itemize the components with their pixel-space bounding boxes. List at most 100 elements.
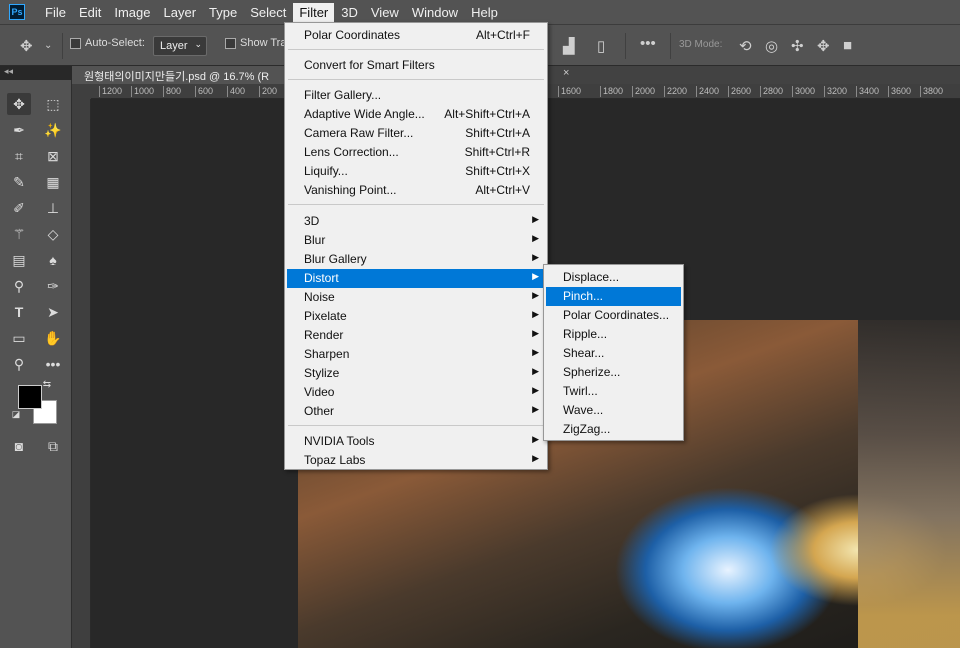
menu-file[interactable]: File (39, 3, 72, 22)
menu-window[interactable]: Window (406, 3, 464, 22)
photoshop-logo-icon: Ps (9, 4, 25, 20)
menu-item-distort[interactable]: Distort ▶ (287, 269, 545, 288)
ruler-tick-label: 2400 (696, 86, 719, 97)
frame-tool-icon[interactable]: ⊠ (41, 145, 65, 167)
align-bottom-icon[interactable]: ▟ (563, 37, 575, 55)
vertical-ruler (72, 99, 91, 648)
menu-type[interactable]: Type (203, 3, 243, 22)
menu-item-blur[interactable]: Blur ▶ (287, 231, 545, 250)
submenu-item-ripple[interactable]: Ripple... (546, 325, 681, 344)
menu-item-liquify[interactable]: Liquify... Shift+Ctrl+X (287, 162, 545, 181)
auto-select-dropdown[interactable]: Layer ⌄ (153, 36, 207, 56)
3d-slide-icon[interactable]: ✥ (817, 37, 830, 55)
more-tools-icon[interactable]: ••• (41, 353, 65, 375)
menu-item-noise[interactable]: Noise ▶ (287, 288, 545, 307)
show-transform-checkbox[interactable]: Show Tra (225, 37, 286, 49)
pen-tool-icon[interactable]: ✑ (41, 275, 65, 297)
foreground-color-swatch[interactable] (18, 385, 42, 409)
screen-mode-icon[interactable]: ⧉ (41, 435, 65, 457)
menu-item-vanishing-point[interactable]: Vanishing Point... Alt+Ctrl+V (287, 181, 545, 200)
menu-item-other[interactable]: Other ▶ (287, 402, 545, 421)
menu-item-blur-gallery[interactable]: Blur Gallery ▶ (287, 250, 545, 269)
menu-item-filter-gallery[interactable]: Filter Gallery... (287, 86, 545, 105)
menu-item-topaz-labs[interactable]: Topaz Labs ▶ (287, 451, 545, 470)
menu-select[interactable]: Select (244, 3, 292, 22)
checkbox-icon (225, 37, 236, 49)
menu-filter[interactable]: Filter (293, 2, 335, 22)
submenu-item-wave[interactable]: Wave... (546, 401, 681, 420)
menu-view[interactable]: View (365, 3, 405, 22)
menu-separator (288, 425, 544, 426)
gradient-tool-icon[interactable]: ▤ (7, 249, 31, 271)
menu-item-nvidia-tools[interactable]: NVIDIA Tools ▶ (287, 432, 545, 451)
3d-roll-icon[interactable]: ◎ (765, 37, 778, 55)
menu-3d[interactable]: 3D (335, 3, 364, 22)
quick-mask-icon[interactable]: ◙ (7, 435, 31, 457)
3d-scale-icon[interactable]: ■ (843, 37, 852, 54)
submenu-item-polar-coordinates[interactable]: Polar Coordinates... (546, 306, 681, 325)
zoom-tool-icon[interactable]: ⚲ (7, 353, 31, 375)
document-tab[interactable]: 원형태의이미지만들기.psd @ 16.7% (R (72, 66, 290, 84)
hand-tool-icon[interactable]: ✋ (41, 327, 65, 349)
type-tool-icon[interactable]: T (7, 301, 31, 323)
submenu-item-zigzag[interactable]: ZigZag... (546, 420, 681, 439)
eraser-tool-icon[interactable]: ◇ (41, 223, 65, 245)
crop-tool-icon[interactable]: ⌗ (7, 145, 31, 167)
close-icon[interactable]: × (563, 67, 569, 79)
menu-item-last-filter[interactable]: Polar Coordinates Alt+Ctrl+F (287, 26, 545, 45)
history-brush-tool-icon[interactable]: ⚚ (7, 223, 31, 245)
menu-item-convert-smart-filters[interactable]: Convert for Smart Filters (287, 56, 545, 75)
magic-wand-tool-icon[interactable]: ✨ (41, 119, 65, 141)
menu-image[interactable]: Image (108, 3, 156, 22)
3d-orbit-icon[interactable]: ⟲ (739, 37, 752, 55)
menu-item-3d[interactable]: 3D ▶ (287, 212, 545, 231)
collapse-panel-icon[interactable]: ◂◂ (4, 66, 13, 77)
divider (625, 33, 626, 59)
menu-item-camera-raw[interactable]: Camera Raw Filter... Shift+Ctrl+A (287, 124, 545, 143)
menu-separator (288, 49, 544, 50)
chevron-down-icon: ⌄ (194, 39, 202, 49)
filter-menu: Polar Coordinates Alt+Ctrl+F Convert for … (284, 22, 548, 470)
chevron-down-icon[interactable]: ⌄ (44, 40, 52, 51)
blur-tool-icon[interactable]: ♠ (41, 249, 65, 271)
submenu-item-spherize[interactable]: Spherize... (546, 363, 681, 382)
submenu-arrow-icon: ▶ (532, 252, 539, 262)
canvas-image-panel[interactable] (858, 320, 960, 648)
move-tool-icon[interactable]: ✥ (7, 93, 31, 115)
rectangle-tool-icon[interactable]: ▭ (7, 327, 31, 349)
show-transform-label: Show Tra (240, 37, 287, 49)
distribute-icon[interactable]: ▯ (597, 37, 605, 55)
swap-colors-icon[interactable]: ⇆ (40, 377, 54, 391)
brush-tool-icon[interactable]: ✐ (7, 197, 31, 219)
menu-item-video[interactable]: Video ▶ (287, 383, 545, 402)
menu-item-stylize[interactable]: Stylize ▶ (287, 364, 545, 383)
stamp-tool-icon[interactable]: ⊥ (41, 197, 65, 219)
menu-item-lens-correction[interactable]: Lens Correction... Shift+Ctrl+R (287, 143, 545, 162)
move-tool-icon[interactable]: ✥ (20, 37, 33, 55)
submenu-item-shear[interactable]: Shear... (546, 344, 681, 363)
patch-tool-icon[interactable]: ▦ (41, 171, 65, 193)
marquee-tool-icon[interactable]: ⬚ (41, 93, 65, 115)
more-options-icon[interactable]: ••• (640, 35, 656, 52)
default-colors-icon[interactable]: ◪ (10, 408, 22, 420)
ruler-tick-label: 3600 (888, 86, 911, 97)
3d-pan-icon[interactable]: ✣ (791, 37, 804, 55)
menu-item-render[interactable]: Render ▶ (287, 326, 545, 345)
lasso-tool-icon[interactable]: ✒ (7, 119, 31, 141)
path-selection-tool-icon[interactable]: ➤ (41, 301, 65, 323)
menu-item-pixelate[interactable]: Pixelate ▶ (287, 307, 545, 326)
auto-select-checkbox[interactable]: Auto-Select: (70, 37, 145, 49)
submenu-item-twirl[interactable]: Twirl... (546, 382, 681, 401)
submenu-item-displace[interactable]: Displace... (546, 268, 681, 287)
menu-layer[interactable]: Layer (158, 3, 203, 22)
submenu-item-pinch[interactable]: Pinch... (546, 287, 681, 306)
ruler-tick-label: 3800 (920, 86, 943, 97)
menu-help[interactable]: Help (465, 3, 504, 22)
menu-item-sharpen[interactable]: Sharpen ▶ (287, 345, 545, 364)
distort-submenu: Displace... Pinch... Polar Coordinates..… (543, 264, 684, 441)
submenu-arrow-icon: ▶ (532, 214, 539, 224)
dodge-tool-icon[interactable]: ⚲ (7, 275, 31, 297)
eyedropper-tool-icon[interactable]: ✎ (7, 171, 31, 193)
menu-edit[interactable]: Edit (73, 3, 107, 22)
menu-item-adaptive-wide-angle[interactable]: Adaptive Wide Angle... Alt+Shift+Ctrl+A (287, 105, 545, 124)
